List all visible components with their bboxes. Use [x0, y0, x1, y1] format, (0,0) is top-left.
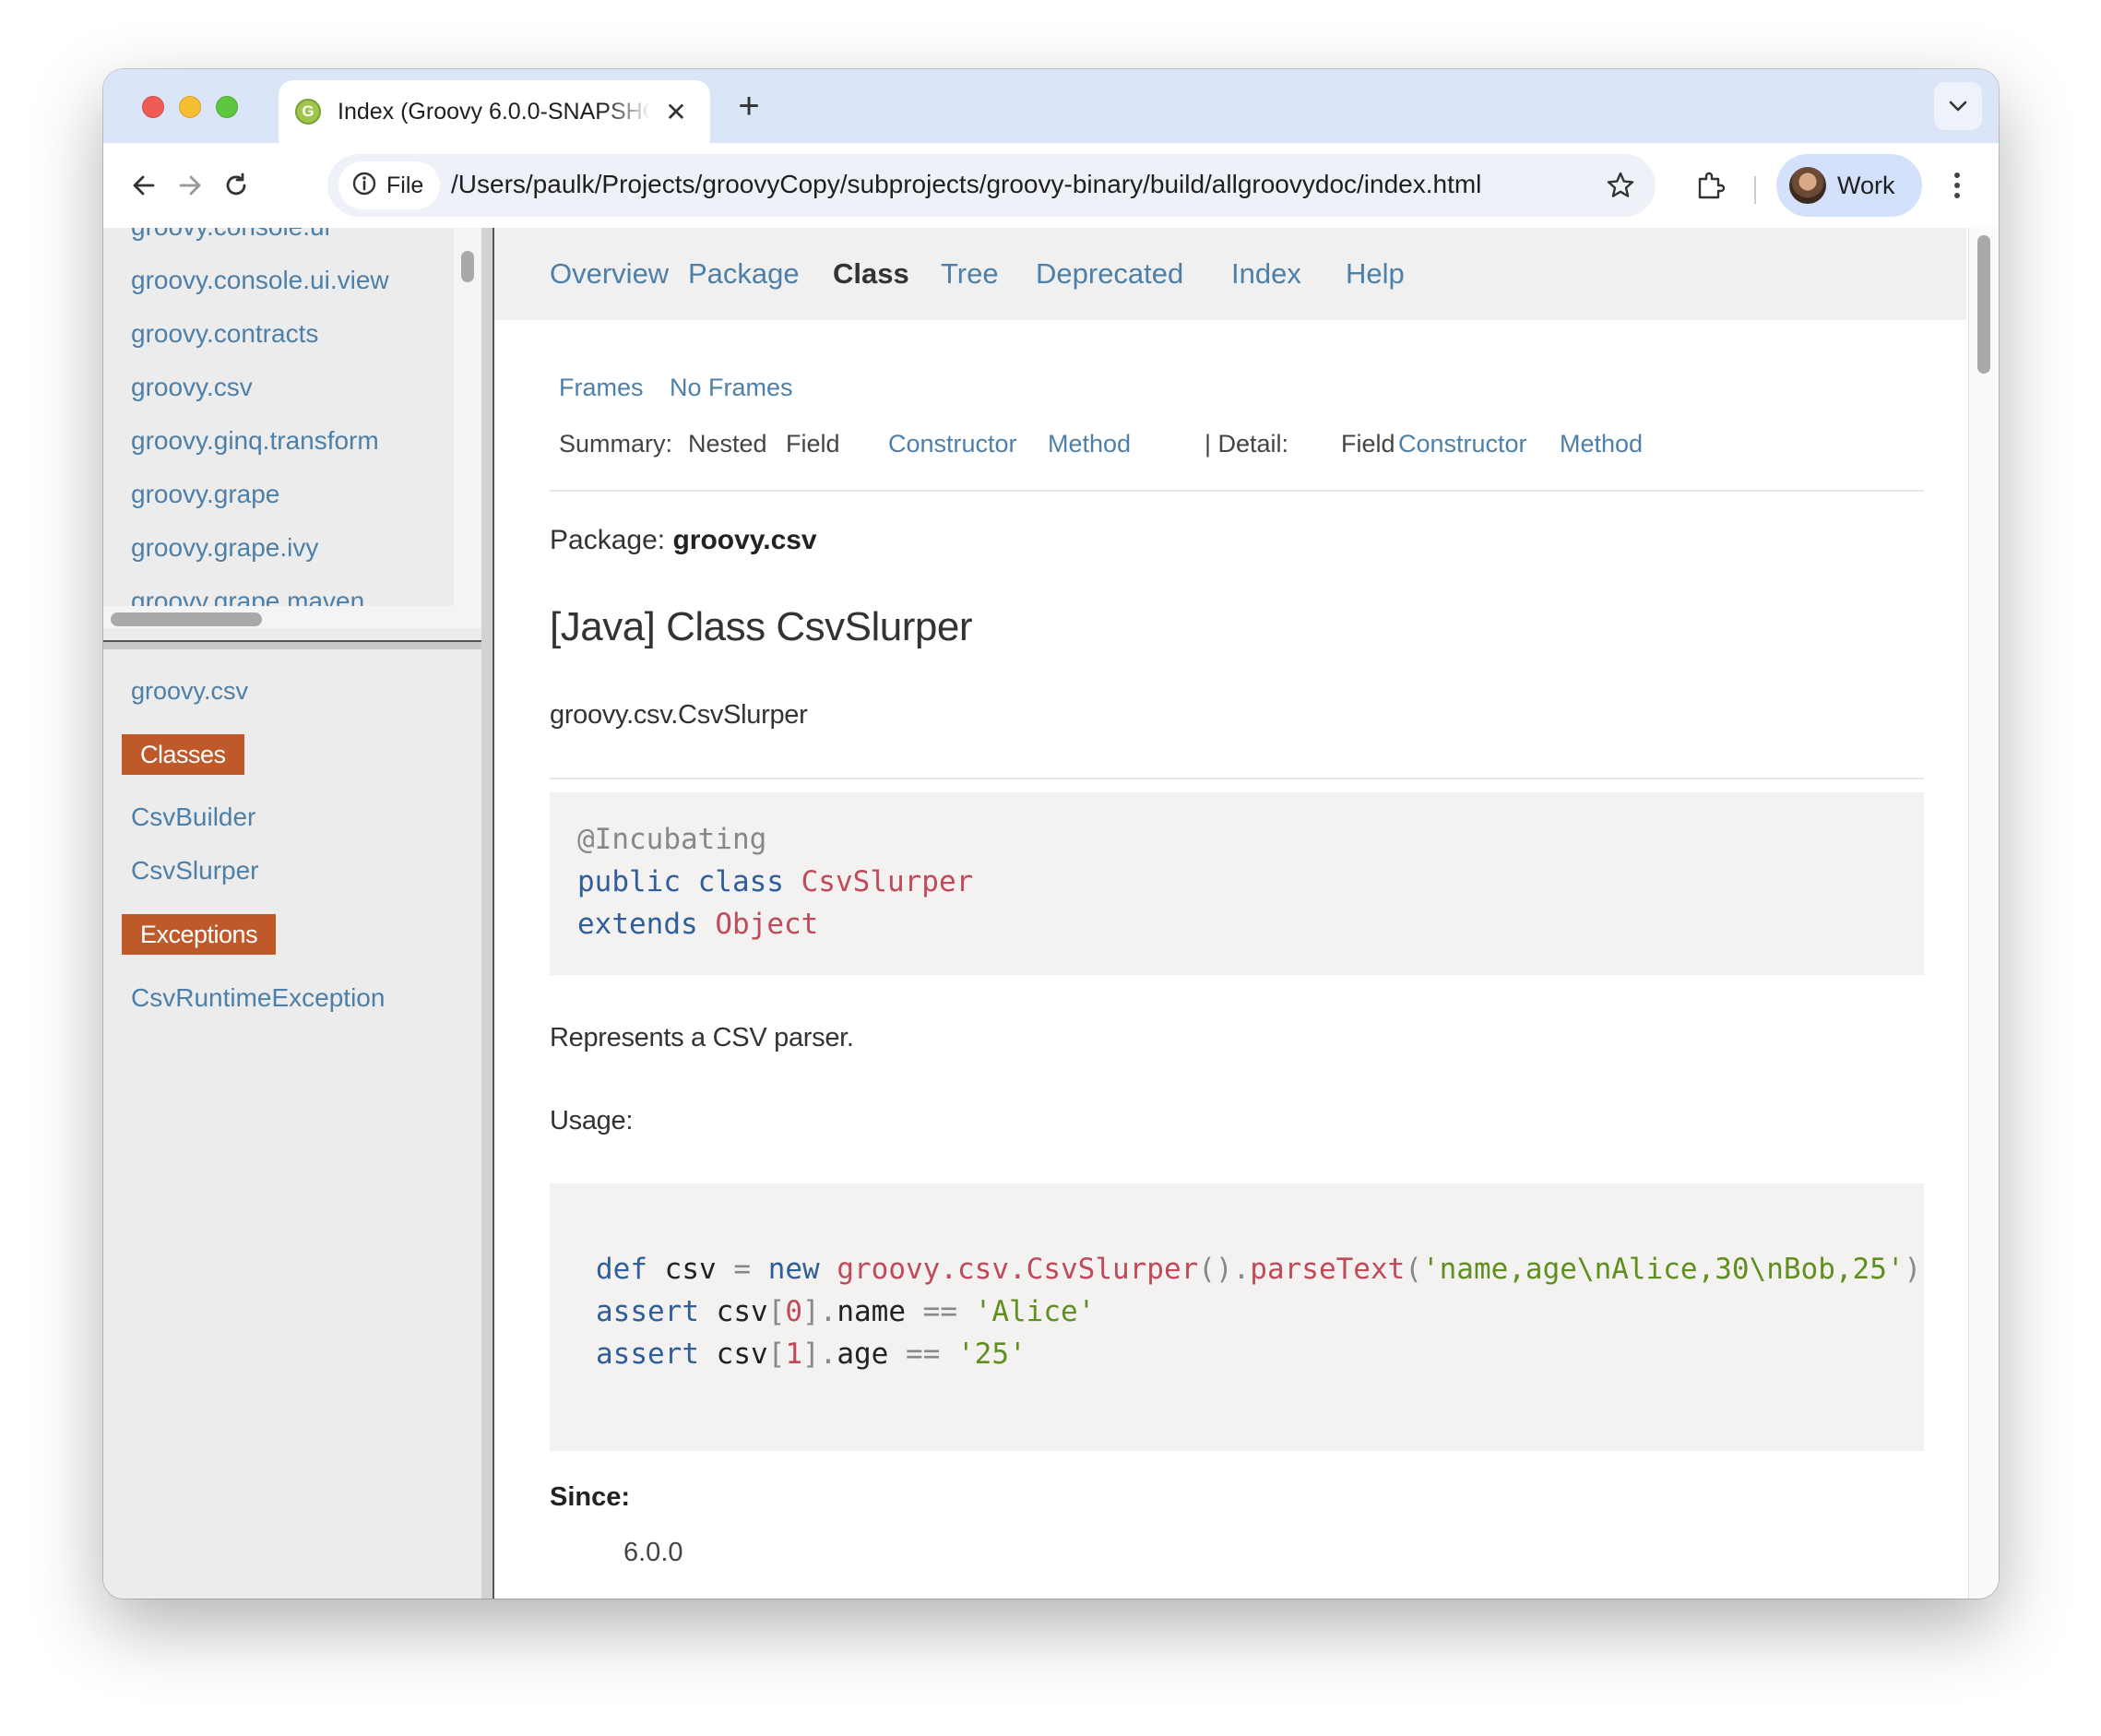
signature-superclass: Object	[715, 908, 819, 941]
star-icon[interactable]	[1600, 165, 1641, 206]
usage-code-block: def csv = new groovy.csv.CsvSlurper().pa…	[550, 1183, 1924, 1451]
extensions-icon[interactable]	[1688, 163, 1732, 208]
code-line-3: assert csv[1].age == '25'	[596, 1338, 1027, 1371]
menu-icon[interactable]	[1939, 163, 1976, 208]
nav-deprecated[interactable]: Deprecated	[1036, 257, 1183, 291]
detail-field: Field	[1341, 430, 1395, 458]
signature-class-name: CsvSlurper	[801, 865, 974, 898]
groovy-favicon-icon: G	[295, 99, 321, 125]
url-text[interactable]: /Users/paulk/Projects/groovyCopy/subproj…	[451, 170, 1481, 199]
site-chip-label: File	[386, 172, 424, 198]
tab-title: Index (Groovy 6.0.0-SNAPSHOT)	[338, 98, 651, 125]
back-icon[interactable]	[122, 163, 166, 208]
zoom-window-button[interactable]	[216, 96, 238, 118]
chevron-down-icon[interactable]	[1934, 82, 1982, 130]
package-link[interactable]: groovy.grape.ivy	[131, 521, 389, 575]
classes-frame: groovy.csv Classes CsvBuilder CsvSlurper…	[103, 649, 481, 1599]
forward-icon[interactable]	[168, 163, 212, 208]
summary-method-link[interactable]: Method	[1048, 430, 1131, 458]
class-link-csvbuilder[interactable]: CsvBuilder	[131, 803, 255, 832]
divider	[550, 778, 1924, 779]
main-vertical-scrollbar[interactable]	[1968, 228, 1999, 1599]
exception-link-csvruntimeexception[interactable]: CsvRuntimeException	[131, 983, 385, 1013]
main-vertical-scroll-thumb[interactable]	[1977, 235, 1990, 374]
site-info-chip[interactable]: File	[338, 161, 441, 209]
frames-link[interactable]: Frames	[559, 374, 644, 402]
nav-tree[interactable]: Tree	[941, 257, 999, 291]
since-value: 6.0.0	[623, 1538, 683, 1567]
detail-label: | Detail:	[1205, 430, 1289, 458]
signature-modifiers: public class	[577, 865, 784, 898]
summary-field: Field	[786, 430, 840, 458]
summary-nested: Nested	[688, 430, 767, 458]
class-signature-block: @Incubating public class CsvSlurper exte…	[550, 792, 1924, 975]
code-line-1: def csv = new groovy.csv.CsvSlurper().pa…	[596, 1253, 1922, 1286]
class-description: Represents a CSV parser.	[550, 1023, 854, 1052]
browser-toolbar: File /Users/paulk/Projects/groovyCopy/su…	[103, 143, 1999, 228]
package-link[interactable]: groovy.csv	[131, 361, 389, 414]
packages-frame: groovy.console.ui groovy.console.ui.view…	[103, 228, 481, 640]
class-link-csvslurper[interactable]: CsvSlurper	[131, 856, 258, 886]
signature-extends: extends	[577, 908, 698, 941]
reload-icon[interactable]	[214, 163, 258, 208]
detail-method-link[interactable]: Method	[1560, 430, 1643, 458]
code-line-2: assert csv[0].name == 'Alice'	[596, 1295, 1096, 1328]
annotation-text: @Incubating	[577, 823, 767, 856]
summary-label: Summary:	[559, 430, 673, 458]
page-content: groovy.console.ui groovy.console.ui.view…	[103, 228, 1999, 1599]
package-link[interactable]: groovy.contracts	[131, 307, 389, 361]
browser-window: G Index (Groovy 6.0.0-SNAPSHOT) ✕ + File	[103, 69, 1999, 1599]
detail-constructor-link[interactable]: Constructor	[1398, 430, 1527, 458]
summary-constructor-link[interactable]: Constructor	[888, 430, 1017, 458]
package-link[interactable]: groovy.grape	[131, 468, 389, 521]
profile-label: Work	[1837, 171, 1895, 199]
package-link[interactable]: groovy.ginq.transform	[131, 414, 389, 468]
frame-splitter-horizontal[interactable]	[103, 640, 481, 649]
package-link[interactable]: groovy.console.ui	[131, 228, 389, 254]
package-name: groovy.csv	[672, 525, 817, 555]
page-title: [Java] Class CsvSlurper	[550, 604, 972, 649]
nav-class: Class	[833, 257, 909, 290]
nav-overview[interactable]: Overview	[550, 257, 669, 291]
package-link[interactable]: groovy.console.ui.view	[131, 254, 389, 307]
close-window-button[interactable]	[142, 96, 164, 118]
package-line: Package: groovy.csv	[550, 525, 817, 556]
profile-button[interactable]: Work	[1776, 154, 1922, 217]
nav-help[interactable]: Help	[1346, 257, 1405, 291]
packages-vertical-scroll-thumb[interactable]	[461, 251, 474, 282]
top-navigation-bar: Overview Package Class Tree Deprecated I…	[494, 228, 1966, 320]
plus-icon[interactable]: +	[729, 86, 769, 126]
minimize-window-button[interactable]	[179, 96, 201, 118]
package-list: groovy.console.ui groovy.console.ui.view…	[131, 228, 389, 628]
packages-horizontal-scroll-thumb[interactable]	[111, 612, 262, 626]
divider	[550, 490, 1924, 492]
usage-label: Usage:	[550, 1106, 634, 1136]
tab-strip: G Index (Groovy 6.0.0-SNAPSHOT) ✕ +	[103, 69, 1999, 143]
toolbar-divider	[1754, 176, 1756, 204]
current-package-link[interactable]: groovy.csv	[131, 677, 248, 706]
packages-vertical-scrollbar[interactable]	[454, 228, 481, 615]
address-bar[interactable]: File /Users/paulk/Projects/groovyCopy/su…	[327, 154, 1656, 217]
frame-splitter-vertical[interactable]	[481, 228, 494, 1599]
since-label: Since:	[550, 1482, 631, 1512]
avatar	[1789, 167, 1826, 204]
info-icon	[351, 171, 377, 201]
close-icon[interactable]: ✕	[662, 97, 690, 127]
no-frames-link[interactable]: No Frames	[670, 374, 793, 402]
fully-qualified-class-name: groovy.csv.CsvSlurper	[550, 700, 808, 730]
browser-tab-active[interactable]: G Index (Groovy 6.0.0-SNAPSHOT) ✕	[279, 80, 710, 143]
class-detail-frame: Overview Package Class Tree Deprecated I…	[494, 228, 1966, 1599]
package-label: Package:	[550, 525, 666, 555]
nav-package[interactable]: Package	[688, 257, 800, 291]
exceptions-header: Exceptions	[122, 914, 277, 955]
nav-index[interactable]: Index	[1231, 257, 1301, 291]
classes-header: Classes	[122, 734, 244, 775]
